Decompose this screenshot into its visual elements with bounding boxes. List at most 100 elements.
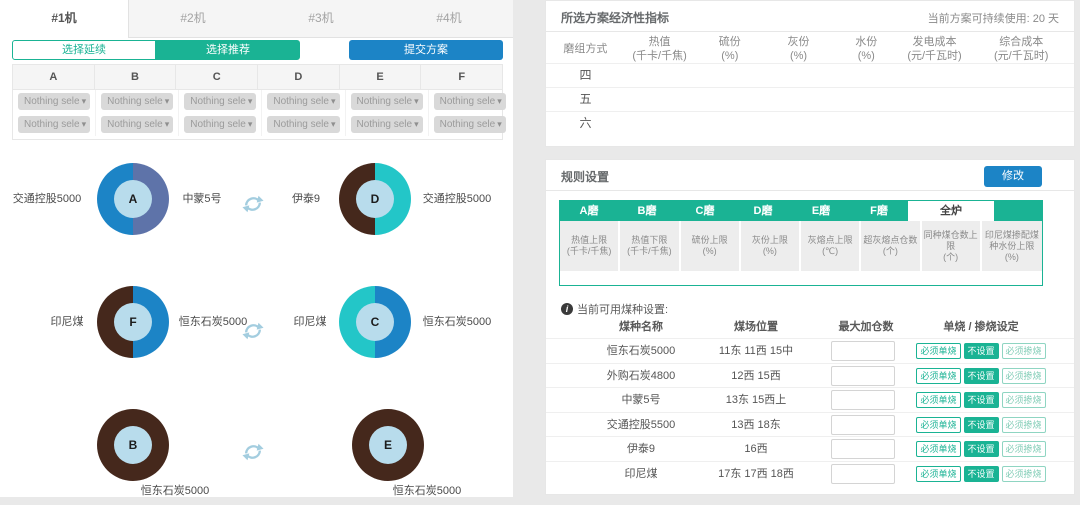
refresh-icon[interactable] [242, 193, 264, 215]
coal-select-dropdown[interactable]: Nothing sele▾ [18, 93, 90, 110]
mill-mode-five: 五 [546, 88, 625, 111]
coal-select-dropdown[interactable]: Nothing sele▾ [434, 116, 506, 133]
rules-title: 规则设置 [561, 168, 609, 185]
caret-down-icon: ▾ [165, 116, 170, 133]
mill-letter: E [369, 426, 407, 464]
must-blend-burn-badge[interactable]: 必须掺烧 [1002, 368, 1046, 384]
tab-unit-1[interactable]: #1机 [0, 0, 129, 38]
col-max-bins: 最大加仓数 [816, 318, 916, 336]
tab-mill-f[interactable]: F磨 [850, 201, 908, 221]
must-blend-burn-badge[interactable]: 必须掺烧 [1002, 417, 1046, 433]
coal-location: 13东 15西上 [686, 388, 826, 412]
max-bins-input[interactable] [831, 366, 895, 386]
coal-table-body: 恒东石炭5000 11东 11西 15中 必须单烧 不设置 必须掺烧 外购石炭4… [546, 338, 1074, 486]
choose-recommend-button[interactable]: 选择推荐 [156, 40, 300, 60]
caret-down-icon: ▾ [82, 116, 87, 133]
must-single-burn-badge[interactable]: 必须单烧 [916, 441, 960, 457]
coal-select-dropdown[interactable]: Nothing sele▾ [267, 93, 339, 110]
dropdown-value: Nothing sele [440, 116, 496, 133]
refresh-icon[interactable] [242, 320, 264, 342]
must-blend-burn-badge[interactable]: 必须掺烧 [1002, 466, 1046, 482]
table-row: 伊泰9 16西 必须单烧 不设置 必须掺烧 [546, 436, 1074, 461]
economics-title: 所选方案经济性指标 [561, 9, 669, 26]
tab-whole-furnace[interactable]: 全炉 [908, 201, 994, 221]
col-ash-melt-upper: 灰熔点上限(℃) [801, 221, 861, 271]
must-single-burn-badge[interactable]: 必须单烧 [916, 343, 960, 359]
no-setting-badge[interactable]: 不设置 [964, 441, 999, 457]
tab-mill-d[interactable]: D磨 [734, 201, 792, 221]
submit-plan-button[interactable]: 提交方案 [349, 40, 503, 60]
mill-col-a: A [13, 65, 95, 89]
coal-select-dropdown[interactable]: Nothing sele▾ [18, 116, 90, 133]
no-setting-badge[interactable]: 不设置 [964, 368, 999, 384]
must-blend-burn-badge[interactable]: 必须掺烧 [1002, 392, 1046, 408]
must-blend-burn-badge[interactable]: 必须掺烧 [1002, 343, 1046, 359]
max-bins-input[interactable] [831, 341, 895, 361]
coal-label: 交通控股5000 [4, 192, 90, 206]
coal-select-dropdown[interactable]: Nothing sele▾ [267, 116, 339, 133]
tab-mill-e[interactable]: E磨 [792, 201, 850, 221]
available-coal-note-text: 当前可用煤种设置: [577, 301, 668, 317]
table-row: 六 [546, 111, 1074, 135]
refresh-icon[interactable] [242, 441, 264, 463]
must-single-burn-badge[interactable]: 必须单烧 [916, 392, 960, 408]
coal-location: 11东 11西 15中 [686, 339, 826, 363]
coal-location: 13西 18东 [686, 413, 826, 437]
max-bins-input[interactable] [831, 390, 895, 410]
must-single-burn-badge[interactable]: 必须单烧 [916, 417, 960, 433]
mill-col-b: B [95, 65, 177, 89]
dropdown-value: Nothing sele [107, 93, 163, 110]
caret-down-icon: ▾ [331, 93, 336, 110]
tab-mill-b[interactable]: B磨 [618, 201, 676, 221]
rules-limit-table: A磨 B磨 C磨 D磨 E磨 F磨 全炉 热值上限(千卡/千焦) 热值下限(千卡… [559, 200, 1043, 286]
coal-select-dropdown[interactable]: Nothing sele▾ [101, 93, 173, 110]
col-heat-value: 热值(千卡/千焦) [625, 35, 695, 63]
no-setting-badge[interactable]: 不设置 [964, 417, 999, 433]
tab-unit-2[interactable]: #2机 [129, 0, 257, 38]
dropdown-value: Nothing sele [273, 93, 329, 110]
must-blend-burn-badge[interactable]: 必须掺烧 [1002, 441, 1046, 457]
must-single-burn-badge[interactable]: 必须单烧 [916, 368, 960, 384]
coal-select-dropdown[interactable]: Nothing sele▾ [434, 93, 506, 110]
tab-unit-3[interactable]: #3机 [257, 0, 385, 38]
economics-header-row: 磨组方式 热值(千卡/千焦) 硫份(%) 灰份(%) 水份(%) 发电成本(元/… [546, 35, 1074, 63]
coal-select-dropdown[interactable]: Nothing sele▾ [351, 93, 423, 110]
tab-unit-4[interactable]: #4机 [385, 0, 513, 38]
mill-col-d: D [258, 65, 340, 89]
no-setting-badge[interactable]: 不设置 [964, 343, 999, 359]
max-bins-input[interactable] [831, 464, 895, 484]
must-single-burn-badge[interactable]: 必须单烧 [916, 466, 960, 482]
dropdown-value: Nothing sele [24, 116, 80, 133]
dropdown-value: Nothing sele [190, 116, 246, 133]
max-bins-input[interactable] [831, 415, 895, 435]
coal-label: 恒东石炭5000 [412, 315, 502, 329]
no-setting-badge[interactable]: 不设置 [964, 392, 999, 408]
mill-letter: A [114, 180, 152, 218]
table-row: 恒东石炭5000 11东 11西 15中 必须单烧 不设置 必须掺烧 [546, 338, 1074, 363]
col-mill-mode: 磨组方式 [546, 35, 625, 63]
table-row: 四 [546, 63, 1074, 87]
mill-a-donut: A [97, 163, 169, 235]
max-bins-input[interactable] [831, 439, 895, 459]
unit-tabs: #1机 #2机 #3机 #4机 [0, 0, 513, 38]
coal-select-dropdown[interactable]: Nothing sele▾ [351, 116, 423, 133]
rules-panel: 规则设置 修改 A磨 B磨 C磨 D磨 E磨 F磨 全炉 热值上限(千卡/千焦)… [545, 159, 1075, 495]
mill-mode-four: 四 [546, 64, 625, 87]
modify-button[interactable]: 修改 [984, 166, 1042, 187]
caret-down-icon: ▾ [82, 93, 87, 110]
caret-down-icon: ▾ [165, 93, 170, 110]
col-heat-upper: 热值上限(千卡/千焦) [560, 221, 620, 271]
coal-select-dropdown[interactable]: Nothing sele▾ [184, 93, 256, 110]
table-row: 印尼煤 17东 17西 18西 必须单烧 不设置 必须掺烧 [546, 461, 1074, 486]
coal-select-dropdown[interactable]: Nothing sele▾ [184, 116, 256, 133]
no-setting-badge[interactable]: 不设置 [964, 466, 999, 482]
caret-down-icon: ▾ [331, 116, 336, 133]
tab-mill-c[interactable]: C磨 [676, 201, 734, 221]
dropdown-value: Nothing sele [24, 93, 80, 110]
tab-mill-a[interactable]: A磨 [560, 201, 618, 221]
coal-label: 中蒙5号 [166, 192, 238, 206]
coal-select-dropdown[interactable]: Nothing sele▾ [101, 116, 173, 133]
caret-down-icon: ▾ [248, 93, 253, 110]
choose-continue-button[interactable]: 选择延续 [12, 40, 156, 60]
caret-down-icon: ▾ [497, 116, 502, 133]
